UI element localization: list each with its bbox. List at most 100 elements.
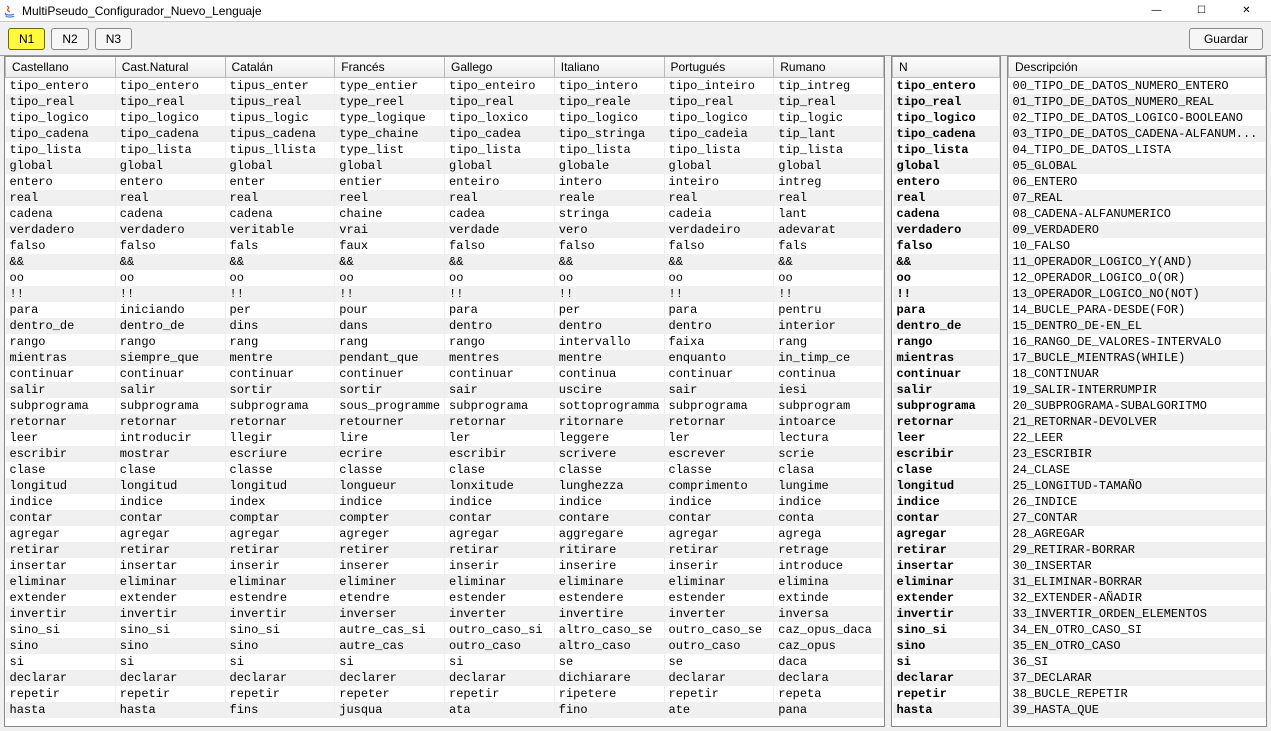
table-cell[interactable]: para (664, 302, 774, 318)
table-cell[interactable]: tipo_intero (554, 77, 664, 94)
table-cell[interactable]: autre_cas_si (335, 622, 445, 638)
table-cell[interactable]: sortir (225, 382, 335, 398)
table-cell[interactable]: index (225, 494, 335, 510)
maximize-button[interactable]: ☐ (1179, 1, 1224, 21)
table-row[interactable]: tipo_listatipo_listatipus_llistatype_lis… (6, 142, 884, 158)
table-cell[interactable]: repetir (225, 686, 335, 702)
table-row[interactable]: 17_BUCLE_MIENTRAS(WHILE) (1009, 350, 1266, 366)
table-cell[interactable]: elimina (774, 574, 884, 590)
table-row[interactable]: realrealrealreelrealrealerealreal (6, 190, 884, 206)
table-row[interactable]: oooooooooooooooo (6, 270, 884, 286)
table-cell[interactable]: intreg (774, 174, 884, 190)
table-row[interactable]: 09_VERDADERO (1009, 222, 1266, 238)
table-cell[interactable]: 17_BUCLE_MIENTRAS(WHILE) (1009, 350, 1266, 366)
table-cell[interactable]: 11_OPERADOR_LOGICO_Y(AND) (1009, 254, 1266, 270)
table-cell[interactable]: oo (225, 270, 335, 286)
table-cell[interactable]: insertar (893, 558, 1000, 574)
table-cell[interactable]: lunghezza (554, 478, 664, 494)
table-cell[interactable]: tipus_logic (225, 110, 335, 126)
table-row[interactable]: tipo_lista (893, 142, 1000, 158)
table-row[interactable]: subprograma (893, 398, 1000, 414)
table-cell[interactable]: && (225, 254, 335, 270)
table-cell[interactable]: tipo_lista (445, 142, 555, 158)
table-cell[interactable]: tipo_reale (554, 94, 664, 110)
table-cell[interactable]: iesi (774, 382, 884, 398)
table-row[interactable]: continuarcontinuarcontinuarcontinuercont… (6, 366, 884, 382)
table-cell[interactable]: repetir (893, 686, 1000, 702)
table-cell[interactable]: retirar (225, 542, 335, 558)
table-row[interactable]: 02_TIPO_DE_DATOS_LOGICO-BOOLEANO (1009, 110, 1266, 126)
table-cell[interactable]: daca (774, 654, 884, 670)
table-cell[interactable]: real (6, 190, 116, 206)
table-cell[interactable]: aggregare (554, 526, 664, 542)
table-cell[interactable]: longitud (225, 478, 335, 494)
minimize-button[interactable]: — (1134, 1, 1179, 21)
table-cell[interactable]: indice (774, 494, 884, 510)
table-cell[interactable]: indice (445, 494, 555, 510)
table-cell[interactable]: tipo_real (445, 94, 555, 110)
table-cell[interactable]: introduce (774, 558, 884, 574)
table-cell[interactable]: dentro (445, 318, 555, 334)
table-cell[interactable]: && (335, 254, 445, 270)
table-cell[interactable]: globale (554, 158, 664, 174)
table-cell[interactable]: declara (774, 670, 884, 686)
table-cell[interactable]: classe (664, 462, 774, 478)
table-cell[interactable]: estendre (225, 590, 335, 606)
table-cell[interactable]: tipo_lista (664, 142, 774, 158)
table-row[interactable]: 24_CLASE (1009, 462, 1266, 478)
table-cell[interactable]: entero (893, 174, 1000, 190)
table-row[interactable]: 07_REAL (1009, 190, 1266, 206)
table-row[interactable]: agregar (893, 526, 1000, 542)
table-cell[interactable]: longitud (115, 478, 225, 494)
table-row[interactable]: tipo_logicotipo_logicotipus_logictype_lo… (6, 110, 884, 126)
table-cell[interactable]: indice (335, 494, 445, 510)
table-cell[interactable]: oo (115, 270, 225, 286)
table-cell[interactable]: ler (445, 430, 555, 446)
table-cell[interactable]: global (225, 158, 335, 174)
table-cell[interactable]: clase (445, 462, 555, 478)
table-cell[interactable]: ate (664, 702, 774, 718)
table-cell[interactable]: ecrire (335, 446, 445, 462)
table-cell[interactable]: estendere (554, 590, 664, 606)
table-cell[interactable]: !! (6, 286, 116, 302)
table-cell[interactable]: inserire (554, 558, 664, 574)
table-cell[interactable]: tipo_real (6, 94, 116, 110)
n3-button[interactable]: N3 (95, 28, 132, 50)
table-row[interactable]: 21_RETORNAR-DEVOLVER (1009, 414, 1266, 430)
table-cell[interactable]: tipo_cadena (6, 126, 116, 142)
table-cell[interactable]: si (6, 654, 116, 670)
table-cell[interactable]: global (335, 158, 445, 174)
table-row[interactable]: 38_BUCLE_REPETIR (1009, 686, 1266, 702)
table-cell[interactable]: agreger (335, 526, 445, 542)
table-row[interactable]: salirsalirsortirsortirsairusciresairiesi (6, 382, 884, 398)
table-cell[interactable]: salir (115, 382, 225, 398)
table-row[interactable]: dentro_de (893, 318, 1000, 334)
table-cell[interactable]: autre_cas (335, 638, 445, 654)
table-cell[interactable]: 30_INSERTAR (1009, 558, 1266, 574)
table-cell[interactable]: ritornare (554, 414, 664, 430)
table-row[interactable]: globalglobalglobalglobalglobalglobaleglo… (6, 158, 884, 174)
table-cell[interactable]: clasa (774, 462, 884, 478)
table-cell[interactable]: tipo_cadea (445, 126, 555, 142)
table-row[interactable]: para (893, 302, 1000, 318)
n-header[interactable]: N (893, 57, 1000, 77)
table-row[interactable]: longitud (893, 478, 1000, 494)
table-cell[interactable]: 12_OPERADOR_LOGICO_O(OR) (1009, 270, 1266, 286)
table-cell[interactable]: !! (115, 286, 225, 302)
table-row[interactable]: 18_CONTINUAR (1009, 366, 1266, 382)
table-cell[interactable]: lonxitude (445, 478, 555, 494)
table-row[interactable]: salir (893, 382, 1000, 398)
table-cell[interactable]: jusqua (335, 702, 445, 718)
table-cell[interactable]: oo (6, 270, 116, 286)
table-row[interactable]: 37_DECLARAR (1009, 670, 1266, 686)
table-cell[interactable]: si (893, 654, 1000, 670)
table-cell[interactable]: invertire (554, 606, 664, 622)
table-cell[interactable]: cadena (225, 206, 335, 222)
table-cell[interactable]: verdadeiro (664, 222, 774, 238)
table-cell[interactable]: tipo_logico (664, 110, 774, 126)
table-cell[interactable]: outro_caso_si (445, 622, 555, 638)
table-cell[interactable]: 15_DENTRO_DE-EN_EL (1009, 318, 1266, 334)
table-cell[interactable]: enter (225, 174, 335, 190)
table-cell[interactable]: retornar (6, 414, 116, 430)
table-cell[interactable]: agregar (115, 526, 225, 542)
